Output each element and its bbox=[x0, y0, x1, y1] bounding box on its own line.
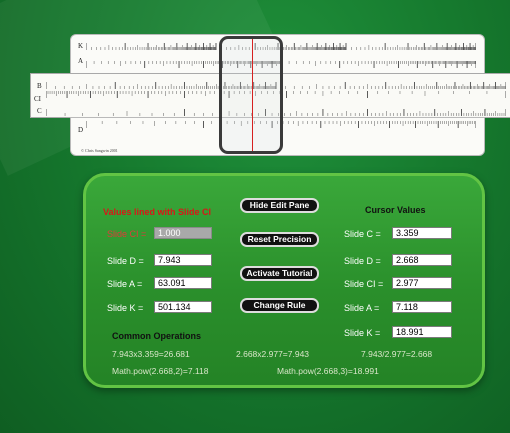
common-operations-heading: Common Operations bbox=[112, 331, 202, 341]
left-label-ci: Slide CI = bbox=[107, 229, 147, 239]
right-label-d: Slide D = bbox=[344, 256, 381, 266]
right-label-ci: Slide CI = bbox=[344, 279, 384, 289]
right-field-ci[interactable]: 2.977 bbox=[392, 277, 452, 289]
left-heading: Values lined with Slide CI bbox=[103, 207, 212, 217]
right-field-a[interactable]: 7.118 bbox=[392, 301, 452, 313]
left-field-a[interactable]: 63.091 bbox=[154, 277, 212, 289]
copyright-text: © Chris Sangwin 2001 bbox=[81, 148, 118, 153]
cursor-hairline bbox=[252, 39, 253, 151]
scale-label-c: C bbox=[37, 107, 42, 115]
equation-quotient: 7.943/2.977=2.668 bbox=[361, 349, 433, 359]
left-field-ci[interactable]: 1.000 bbox=[154, 227, 212, 239]
equation-product: 7.943x3.359=26.681 bbox=[112, 349, 190, 359]
activate-tutorial-button[interactable]: Activate Tutorial bbox=[240, 266, 319, 281]
left-field-d[interactable]: 7.943 bbox=[154, 254, 212, 266]
cursor[interactable] bbox=[219, 36, 283, 154]
slide-rule: K A B CI C D © Chris Sangwin 2001 bbox=[0, 0, 510, 165]
reset-precision-button[interactable]: Reset Precision bbox=[240, 232, 319, 247]
equation-product-ci: 2.668x2.977=7.943 bbox=[236, 349, 310, 359]
equation-cube: Math.pow(2.668,3)=18.991 bbox=[277, 366, 379, 376]
left-field-k[interactable]: 501.134 bbox=[154, 301, 212, 313]
left-label-k: Slide K = bbox=[107, 303, 144, 313]
right-label-k: Slide K = bbox=[344, 328, 381, 338]
right-heading: Cursor Values bbox=[365, 205, 426, 215]
right-field-c[interactable]: 3.359 bbox=[392, 227, 452, 239]
hide-edit-pane-button[interactable]: Hide Edit Pane bbox=[240, 198, 319, 213]
left-label-d: Slide D = bbox=[107, 256, 144, 266]
right-field-d[interactable]: 2.668 bbox=[392, 254, 452, 266]
scale-label-b: B bbox=[37, 82, 42, 90]
change-rule-button[interactable]: Change Rule bbox=[240, 298, 319, 313]
scale-label-d: D bbox=[78, 126, 84, 134]
scale-label-a: A bbox=[78, 57, 84, 65]
equation-square: Math.pow(2.668,2)=7.118 bbox=[112, 366, 209, 376]
scale-label-k: K bbox=[78, 42, 84, 50]
right-field-k[interactable]: 18.991 bbox=[392, 326, 452, 338]
scale-label-ci: CI bbox=[34, 95, 41, 103]
edit-pane: Values lined with Slide CI Cursor Values… bbox=[83, 173, 485, 388]
right-label-a: Slide A = bbox=[344, 303, 380, 313]
left-label-a: Slide A = bbox=[107, 279, 143, 289]
right-label-c: Slide C = bbox=[344, 229, 381, 239]
